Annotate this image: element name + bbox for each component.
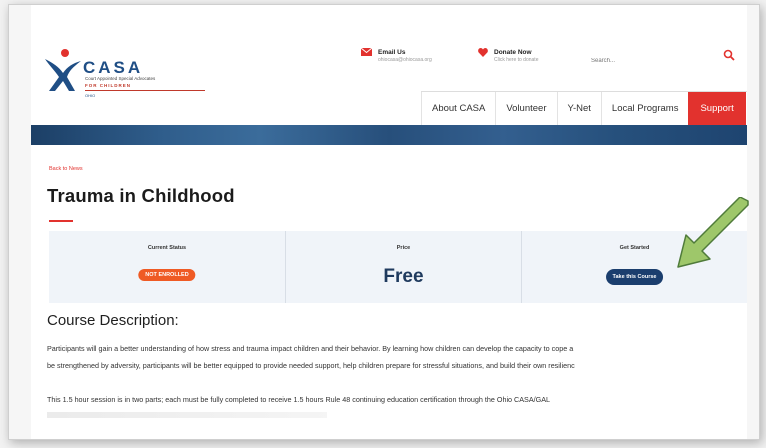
search-box — [591, 49, 741, 65]
price-value: Free — [383, 266, 424, 287]
description-paragraph-1-line-1: Participants will gain a better understa… — [47, 344, 574, 353]
price-column: Price Free — [285, 231, 521, 303]
casa-figure-icon — [45, 49, 81, 91]
course-description-heading: Course Description: — [47, 312, 179, 329]
cut-off-text-line — [47, 412, 327, 418]
title-accent-bar — [49, 220, 73, 222]
logo-state: OHIO — [85, 93, 96, 98]
current-status-column: Current Status NOT ENROLLED — [49, 231, 285, 303]
logo-tagline: Court Appointed Special Advocates — [85, 76, 156, 81]
description-paragraph-1-line-2: be strengthened by adversity, participan… — [47, 361, 575, 370]
heart-icon — [478, 48, 488, 57]
email-address: ohiocasa@ohiocasa.org — [378, 57, 432, 63]
logo-wordmark: CASA — [83, 58, 144, 77]
donate-subtext: Click here to donate — [494, 57, 539, 63]
description-paragraph-2: This 1.5 hour session is in two parts; e… — [47, 395, 550, 404]
donate-now-link[interactable]: Donate Now Click here to donate — [478, 48, 539, 63]
current-status-label: Current Status — [147, 245, 187, 251]
nav-item-volunteer[interactable]: Volunteer — [495, 92, 556, 125]
screenshot-frame: CASA Court Appointed Special Advocates F… — [8, 4, 760, 440]
back-link[interactable]: Back to News — [49, 166, 83, 172]
logo-subtitle: FOR CHILDREN — [85, 83, 131, 88]
nav-item-about-casa[interactable]: About CASA — [421, 92, 495, 125]
price-label: Price — [396, 245, 411, 251]
logo-divider — [85, 90, 205, 91]
take-this-course-button[interactable]: Take this Course — [605, 269, 664, 285]
course-status-panel: Current Status NOT ENROLLED Price Free G… — [49, 231, 747, 303]
web-page: CASA Court Appointed Special Advocates F… — [31, 5, 747, 439]
donate-label: Donate Now — [494, 49, 532, 56]
green-arrow-annotation-icon — [677, 197, 749, 268]
nav-item-y-net[interactable]: Y-Net — [556, 92, 601, 125]
main-nav: About CASA Volunteer Y-Net Local Program… — [421, 91, 747, 125]
search-input[interactable] — [591, 58, 711, 64]
nav-item-local-programs[interactable]: Local Programs — [600, 92, 689, 125]
hero-banner-image — [31, 125, 747, 145]
casa-logo[interactable]: CASA Court Appointed Special Advocates F… — [39, 45, 209, 101]
status-badge: NOT ENROLLED — [138, 269, 196, 281]
page-title: Trauma in Childhood — [47, 185, 235, 206]
envelope-icon — [361, 48, 372, 56]
nav-item-support[interactable]: Support — [688, 92, 746, 125]
email-us-link[interactable]: Email Us ohiocasa@ohiocasa.org — [361, 48, 432, 63]
search-icon[interactable] — [723, 49, 735, 61]
email-label: Email Us — [378, 49, 406, 56]
